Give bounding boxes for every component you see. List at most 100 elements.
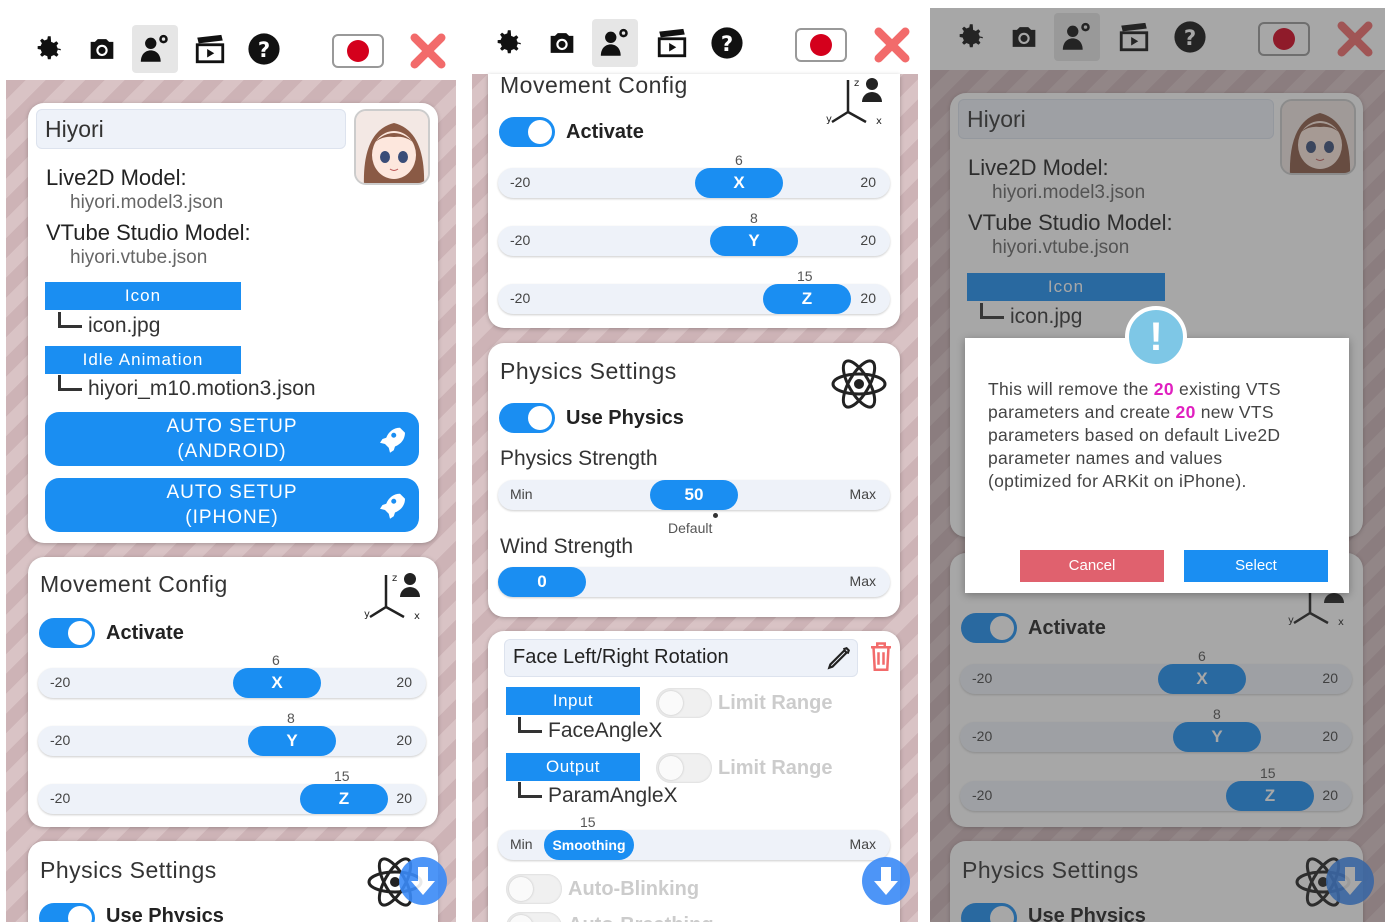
dialog-new-count: 20 <box>1175 402 1196 422</box>
svg-text:?: ? <box>258 38 270 63</box>
physics-strength-min: Min <box>510 486 533 502</box>
input-parameter: FaceAngleX <box>518 717 662 743</box>
help-icon[interactable]: ? <box>244 29 284 69</box>
auto-setup-android-line2: (ANDROID) <box>177 441 287 462</box>
help-icon[interactable]: ? <box>707 23 747 63</box>
activate-toggle[interactable] <box>499 117 555 147</box>
auto-setup-android-button[interactable]: AUTO SETUP (ANDROID) <box>45 412 419 466</box>
x-thumb[interactable]: X <box>695 168 783 198</box>
flag-japan-icon[interactable] <box>332 34 384 68</box>
y-value: 8 <box>750 210 758 226</box>
atom-icon <box>831 359 887 409</box>
y-thumb[interactable]: Y <box>710 226 798 256</box>
scroll-down-icon[interactable] <box>862 857 910 905</box>
physics-settings-card: Physics Settings Use Physics Physics Str… <box>488 343 900 617</box>
cancel-button[interactable]: Cancel <box>1020 550 1164 582</box>
auto-blinking-label: Auto-Blinking <box>568 878 700 900</box>
z-slider[interactable]: -20 20 Z <box>38 784 426 814</box>
parameter-name-field[interactable]: Face Left/Right Rotation <box>504 639 858 677</box>
output-button[interactable]: Output <box>506 753 640 781</box>
dialog-text-5: parameters based on default Live2D <box>988 425 1281 445</box>
y-slider[interactable]: -20 20 Y <box>498 226 890 256</box>
trash-icon[interactable] <box>868 641 894 671</box>
camera-icon[interactable] <box>82 29 122 69</box>
model-avatar[interactable] <box>354 109 430 185</box>
clapperboard-icon[interactable] <box>652 23 692 63</box>
use-physics-label: Use Physics <box>106 905 224 922</box>
x-thumb[interactable]: X <box>233 668 321 698</box>
icon-file: icon.jpg <box>58 312 160 338</box>
smoothing-thumb[interactable]: Smoothing <box>544 830 634 860</box>
x-slider[interactable]: -20 20 X <box>38 668 426 698</box>
camera-icon[interactable] <box>542 23 582 63</box>
wind-strength-label: Wind Strength <box>500 535 634 558</box>
use-physics-toggle[interactable] <box>39 903 95 922</box>
panel-left: ? Hiyori Live2D Model: hiyori.model3.jso… <box>0 0 462 922</box>
physics-strength-thumb[interactable]: 50 <box>650 480 738 510</box>
movement-config-title: Movement Config <box>40 571 228 597</box>
x-value: 6 <box>735 152 743 168</box>
panel-right: ? Hiyori Live2D Model: hiyori.model3.jso… <box>928 0 1391 922</box>
wind-strength-thumb[interactable]: 0 <box>498 567 586 597</box>
x-slider[interactable]: -20 20 X <box>498 168 890 198</box>
movement-config-card: Movement Config zyx Activate 6 -20 20 X 8 … <box>28 557 438 827</box>
z-thumb[interactable]: Z <box>300 784 388 814</box>
gear-icon[interactable] <box>28 29 68 69</box>
rocket-icon <box>380 427 405 453</box>
smoothing-max: Max <box>849 836 876 852</box>
flag-japan-icon[interactable] <box>795 28 847 62</box>
y-max: 20 <box>396 732 412 748</box>
svg-text:y: y <box>364 609 370 619</box>
smoothing-slider[interactable]: Min Max Smoothing <box>498 830 890 860</box>
scroll-down-icon[interactable] <box>399 857 447 905</box>
model-name-field[interactable]: Hiyori <box>36 109 346 149</box>
input-limit-range-toggle[interactable] <box>656 688 712 718</box>
movement-config-card: Movement Config zyx Activate 6 -20 20 X 8 … <box>488 72 900 328</box>
z-min: -20 <box>510 290 531 306</box>
activate-toggle[interactable] <box>39 618 95 648</box>
gear-icon[interactable] <box>488 23 528 63</box>
z-slider[interactable]: -20 20 Z <box>498 284 890 314</box>
auto-blinking-toggle[interactable] <box>506 874 562 904</box>
panel-middle: ? Movement Config zyx Activate 6 -20 20 X … <box>466 0 924 922</box>
clapperboard-icon[interactable] <box>190 29 230 69</box>
close-icon[interactable] <box>408 31 448 71</box>
wind-strength-max: Max <box>849 573 876 589</box>
select-button[interactable]: Select <box>1184 550 1328 582</box>
auto-setup-iphone-button[interactable]: AUTO SETUP (IPHONE) <box>45 478 419 532</box>
z-min: -20 <box>50 790 71 806</box>
physics-strength-slider[interactable]: Min Max 50 <box>498 480 890 510</box>
live2d-model-file: hiyori.model3.json <box>70 192 224 213</box>
dialog-message: This will remove the 20 existing VTS par… <box>988 378 1338 493</box>
y-thumb[interactable]: Y <box>248 726 336 756</box>
z-max: 20 <box>860 290 876 306</box>
use-physics-toggle[interactable] <box>499 403 555 433</box>
physics-settings-title: Physics Settings <box>500 358 677 384</box>
input-button[interactable]: Input <box>506 687 640 715</box>
physics-settings-card: Physics Settings Use Physics <box>28 841 438 922</box>
model-settings-icon[interactable] <box>592 19 638 67</box>
icon-button[interactable]: Icon <box>45 282 241 310</box>
x-max: 20 <box>860 174 876 190</box>
svg-text:y: y <box>826 114 832 124</box>
model-settings-icon[interactable] <box>132 25 178 73</box>
pencil-icon[interactable] <box>826 645 852 671</box>
svg-text:z: z <box>392 573 397 584</box>
auto-breathing-toggle[interactable] <box>506 912 562 922</box>
dialog-text-6: parameter names and values <box>988 448 1223 468</box>
z-thumb[interactable]: Z <box>763 284 851 314</box>
rocket-icon <box>380 493 405 519</box>
z-max: 20 <box>396 790 412 806</box>
close-icon[interactable] <box>872 25 912 65</box>
dialog-text-1: This will remove the <box>988 379 1154 399</box>
toolbar: ? <box>0 20 462 80</box>
dialog-existing-count: 20 <box>1153 379 1174 399</box>
use-physics-label: Use Physics <box>566 407 684 429</box>
output-limit-range-toggle[interactable] <box>656 753 712 783</box>
output-limit-range-label: Limit Range <box>718 757 833 779</box>
y-slider[interactable]: -20 20 Y <box>38 726 426 756</box>
svg-text:x: x <box>876 116 882 124</box>
idle-animation-button[interactable]: Idle Animation <box>45 346 241 374</box>
y-max: 20 <box>860 232 876 248</box>
wind-strength-slider[interactable]: Max 0 <box>498 567 890 597</box>
